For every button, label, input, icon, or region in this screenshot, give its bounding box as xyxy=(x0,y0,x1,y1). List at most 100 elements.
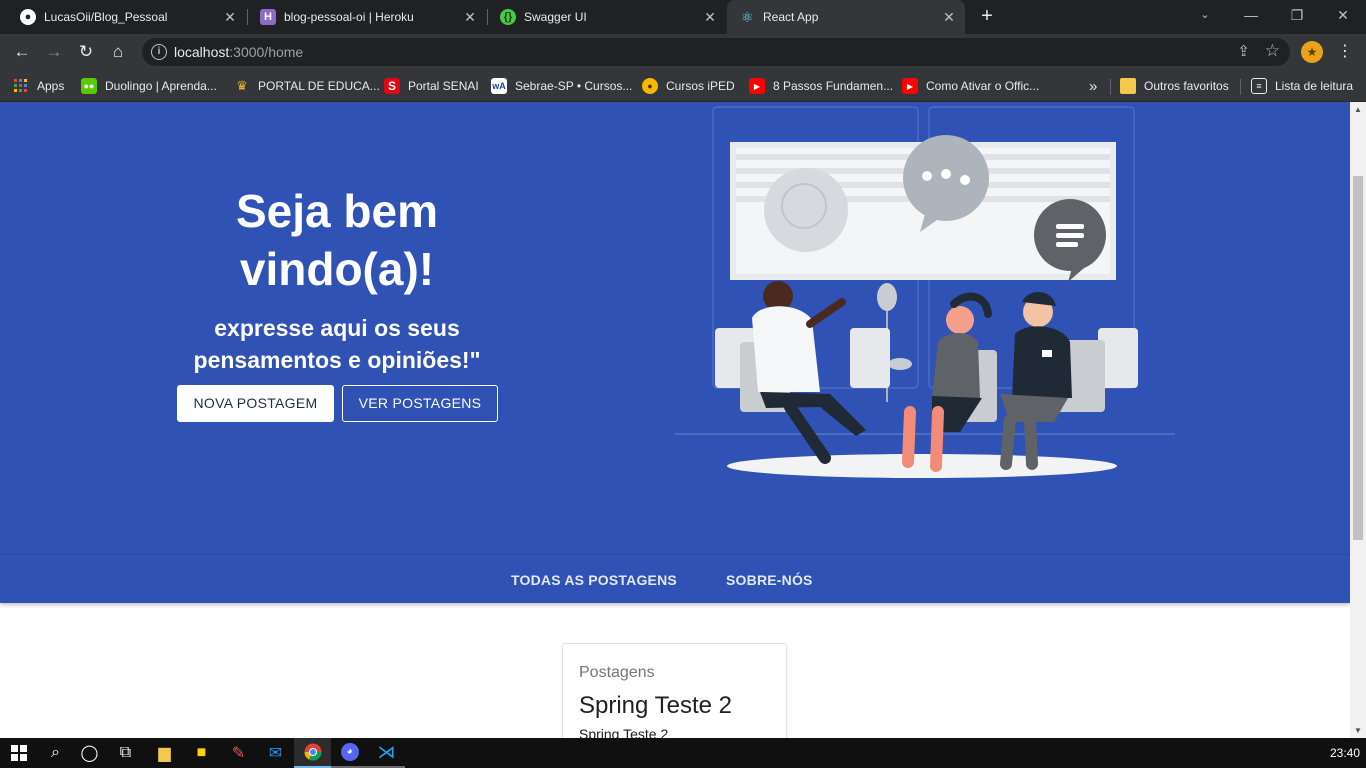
close-tab-icon[interactable]: ✕ xyxy=(222,9,238,25)
browser-tab-strip: ● LucasOii/Blog_Pessoal ✕ H blog-pessoal… xyxy=(0,0,1366,34)
bookmark-label: Outros favoritos xyxy=(1144,79,1229,93)
post-card-text: Spring Teste 2 xyxy=(579,726,669,738)
bookmarks-bar: Apps ●● Duolingo | Aprenda... ♛ PORTAL D… xyxy=(0,70,1366,102)
people-conversation-illustration xyxy=(675,106,1175,478)
overflow-icon: » xyxy=(1089,77,1098,95)
post-card-title: Spring Teste 2 xyxy=(579,692,732,719)
close-tab-icon[interactable]: ✕ xyxy=(941,9,957,25)
bookmark-ativar-office[interactable]: ▶ Como Ativar o Offic... xyxy=(902,77,1039,95)
close-window-button[interactable]: ✕ xyxy=(1320,0,1366,30)
bookmark-divider xyxy=(1110,79,1111,95)
post-card[interactable]: Postagens Spring Teste 2 Spring Teste 2 xyxy=(562,643,787,738)
share-icon[interactable]: ⇪ xyxy=(1237,42,1250,60)
senai-icon: S xyxy=(384,78,400,94)
bookmark-label: 8 Passos Fundamen... xyxy=(773,79,894,93)
address-url[interactable]: localhost:3000/home xyxy=(174,44,303,60)
reading-list-button[interactable]: ≡ Lista de leitura xyxy=(1251,77,1353,95)
tab-search-icon[interactable]: ⌄ xyxy=(1182,0,1228,30)
scrollbar-thumb[interactable] xyxy=(1353,176,1363,540)
folder-icon xyxy=(1120,78,1136,94)
bookmark-portal-educacao[interactable]: ♛ PORTAL DE EDUCA... xyxy=(234,77,380,95)
bookmark-folder-outros[interactable]: Outros favoritos xyxy=(1120,77,1229,95)
bookmark-label: Duolingo | Aprenda... xyxy=(105,79,217,93)
close-tab-icon[interactable]: ✕ xyxy=(702,9,718,25)
iped-icon: ● xyxy=(642,78,658,94)
sebrae-icon: wA xyxy=(491,78,507,94)
back-button[interactable]: ← xyxy=(10,40,34,64)
bookmark-label: Portal SENAI xyxy=(408,79,479,93)
browser-toolbar: ← → ↻ ⌂ i localhost:3000/home ⇪ ☆ ★ ⋮ xyxy=(0,34,1366,70)
forward-button[interactable]: → xyxy=(42,40,66,64)
windows-taskbar: ⌕ ◯ ⧉ ▆ ■ ✎ ✉ ◕ ⋊ 23:40 xyxy=(0,738,1366,768)
hero-title: Seja bem vindo(a)! xyxy=(236,185,438,295)
discord-icon[interactable]: ◕ xyxy=(331,738,368,768)
tab-label: blog-pessoal-oi | Heroku xyxy=(284,10,414,24)
nav-about-us-link[interactable]: SOBRE-NÓS xyxy=(726,572,813,588)
windows-start-icon[interactable] xyxy=(0,738,37,768)
tab-label: LucasOii/Blog_Pessoal xyxy=(44,10,168,24)
bookmark-iped[interactable]: ● Cursos iPED xyxy=(642,77,735,95)
view-posts-button[interactable]: VER POSTAGENS xyxy=(342,385,498,422)
task-view-icon[interactable]: ⧉ xyxy=(107,738,144,768)
reload-button[interactable]: ↻ xyxy=(74,40,98,64)
youtube-icon: ▶ xyxy=(749,78,765,94)
bookmark-star-icon[interactable]: ☆ xyxy=(1265,41,1280,61)
crown-icon: ♛ xyxy=(236,78,248,93)
minimize-button[interactable]: — xyxy=(1228,0,1274,30)
page-scrollbar[interactable]: ▲ ▼ xyxy=(1350,102,1366,738)
nav-all-posts-link[interactable]: TODAS AS POSTAGENS xyxy=(511,572,677,588)
bookmark-label: Cursos iPED xyxy=(666,79,735,93)
search-icon[interactable]: ⌕ xyxy=(37,738,74,768)
tab-github[interactable]: ● LucasOii/Blog_Pessoal ✕ xyxy=(8,0,246,34)
swagger-icon: {} xyxy=(500,9,516,25)
profile-avatar[interactable]: ★ xyxy=(1301,41,1323,63)
bookmark-label: PORTAL DE EDUCA... xyxy=(258,79,380,93)
vscode-icon[interactable]: ⋊ xyxy=(368,738,405,768)
bookmark-portal-senai[interactable]: S Portal SENAI xyxy=(384,77,479,95)
heroku-icon: H xyxy=(260,9,276,25)
mail-icon[interactable]: ✉ xyxy=(257,738,294,768)
file-explorer-icon[interactable]: ▆ xyxy=(146,738,183,768)
url-path: :3000/home xyxy=(229,44,304,60)
reading-list-icon: ≡ xyxy=(1251,78,1267,94)
bookmark-label: Lista de leitura xyxy=(1275,79,1354,93)
restore-button[interactable]: ❐ xyxy=(1274,0,1320,30)
tab-label: React App xyxy=(763,10,819,24)
chrome-taskbar-icon[interactable] xyxy=(294,738,331,768)
hero-section: Seja bem vindo(a)! expresse aqui os seus… xyxy=(0,102,1350,554)
bookmark-sebrae[interactable]: wA Sebrae-SP • Cursos... xyxy=(491,77,632,95)
paint-icon[interactable]: ✎ xyxy=(220,738,257,768)
apps-grid-icon xyxy=(13,78,29,94)
taskbar-clock[interactable]: 23:40 xyxy=(1330,746,1360,760)
close-tab-icon[interactable]: ✕ xyxy=(462,9,478,25)
cortana-icon[interactable]: ◯ xyxy=(71,738,108,768)
page-viewport: Seja bem vindo(a)! expresse aqui os seus… xyxy=(0,102,1350,738)
new-post-button[interactable]: NOVA POSTAGEM xyxy=(177,385,334,422)
bookmark-apps[interactable]: Apps xyxy=(13,77,64,95)
github-icon: ● xyxy=(20,9,36,25)
tab-label: Swagger UI xyxy=(524,10,587,24)
scroll-down-arrow-icon[interactable]: ▼ xyxy=(1353,726,1363,735)
url-host: localhost xyxy=(174,44,230,60)
hero-subtitle: expresse aqui os seus pensamentos e opin… xyxy=(193,315,481,373)
address-bar[interactable]: i localhost:3000/home ⇪ ☆ xyxy=(142,38,1290,66)
new-tab-button[interactable]: + xyxy=(976,6,998,28)
bookmark-label: Sebrae-SP • Cursos... xyxy=(515,79,633,93)
scroll-up-arrow-icon[interactable]: ▲ xyxy=(1353,105,1363,114)
site-info-icon[interactable]: i xyxy=(151,44,167,60)
bookmarks-overflow-button[interactable]: » xyxy=(1089,77,1097,95)
browser-menu-icon[interactable]: ⋮ xyxy=(1337,40,1353,64)
react-icon: ⚛ xyxy=(740,8,754,25)
sticky-notes-icon[interactable]: ■ xyxy=(183,738,220,768)
home-button[interactable]: ⌂ xyxy=(106,40,130,64)
tab-react-app[interactable]: ⚛ React App ✕ xyxy=(727,0,965,34)
bookmark-label: Como Ativar o Offic... xyxy=(926,79,1040,93)
post-card-caption: Postagens xyxy=(579,664,655,681)
bookmark-duolingo[interactable]: ●● Duolingo | Aprenda... xyxy=(81,77,217,95)
tab-heroku[interactable]: H blog-pessoal-oi | Heroku ✕ xyxy=(248,0,486,34)
bookmark-8-passos[interactable]: ▶ 8 Passos Fundamen... xyxy=(749,77,893,95)
youtube-icon: ▶ xyxy=(902,78,918,94)
secondary-nav: TODAS AS POSTAGENS SOBRE-NÓS xyxy=(0,554,1350,603)
duolingo-icon: ●● xyxy=(81,78,97,94)
tab-swagger[interactable]: {} Swagger UI ✕ xyxy=(488,0,726,34)
